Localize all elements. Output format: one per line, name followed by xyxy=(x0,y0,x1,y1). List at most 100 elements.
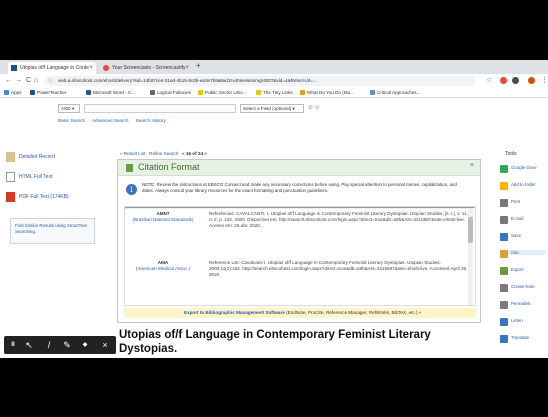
add-to-folder-icon xyxy=(500,182,508,190)
advanced-search-link[interactable]: Advanced Search xyxy=(92,118,128,123)
screencastify-extension-icon[interactable] xyxy=(500,77,507,84)
browser-window: Utopias of/f Language in Conte × Your Sc… xyxy=(0,60,548,358)
tool-label: Translate xyxy=(511,335,530,340)
result-pager[interactable]: « 16 of 24 » xyxy=(182,151,207,156)
divider xyxy=(125,207,475,209)
menu-icon[interactable]: ⋮ xyxy=(541,74,548,87)
left-column: Detailed Record HTML Full Text PDF Full … xyxy=(0,148,98,348)
cite-icon xyxy=(500,250,508,258)
home-button[interactable]: ⌂ xyxy=(34,74,38,87)
tool-cite[interactable]: Cite xyxy=(500,250,546,258)
close-icon[interactable]: × xyxy=(470,162,474,169)
tool-save[interactable]: Save xyxy=(500,233,546,241)
search-row: AND ▾ Select a Field (optional) ▾ ⊕ ⊖ Ba… xyxy=(0,98,548,126)
profile-avatar[interactable] xyxy=(528,77,535,84)
bookmark-powerteacher[interactable]: PowerTeacher xyxy=(30,87,66,98)
tool-listen[interactable]: Listen xyxy=(500,318,546,326)
bookmark-tiny-links[interactable]: The Tiny Links xyxy=(256,87,293,98)
save-icon xyxy=(500,233,508,241)
eraser-icon[interactable]: ◆ xyxy=(78,336,92,354)
pointer-icon[interactable]: ↖ xyxy=(22,336,36,354)
back-button[interactable]: ← xyxy=(5,74,12,87)
page-icon xyxy=(370,90,375,95)
tool-create-note[interactable]: Create Note xyxy=(500,284,546,292)
tool-translate[interactable]: Translate xyxy=(500,335,546,343)
create-note-icon xyxy=(500,284,508,292)
reload-button[interactable]: C xyxy=(26,74,31,87)
result-list-link[interactable]: « Result List xyxy=(120,151,145,156)
folder-icon xyxy=(256,90,261,95)
search-term-input[interactable] xyxy=(84,104,236,113)
permalink-icon xyxy=(500,301,508,309)
tab-close-icon[interactable]: × xyxy=(89,62,93,74)
tools-panel: Tools Google Drive Add to folder Print E-ma… xyxy=(496,151,548,351)
word-icon xyxy=(86,90,91,95)
citation-panel: Citation Format × i NOTE: Review the ins… xyxy=(117,159,481,323)
forward-button[interactable]: → xyxy=(15,74,22,87)
export-tools: (EndNote, ProCite, Reference Manager, Re… xyxy=(286,310,422,315)
bookmark-what-do-you-do[interactable]: What Do You Do (Mu... xyxy=(300,87,354,98)
url-input[interactable]: ⓘ web.a.ebscohost.com/ehost/delivery?sid… xyxy=(44,76,476,86)
bookmark-logical-fallacies[interactable]: Logical Fallacies xyxy=(150,87,191,98)
scrollbar-thumb[interactable] xyxy=(468,217,473,243)
tool-label: E-mail xyxy=(511,216,524,221)
listen-icon xyxy=(500,318,508,326)
citation-style-label: AMN7 (Brazilian National Standards) xyxy=(132,211,194,222)
export-icon xyxy=(500,267,508,275)
bookmark-apps[interactable]: Apps xyxy=(4,87,21,98)
record-icon xyxy=(6,152,15,162)
e-mail-icon xyxy=(500,216,508,224)
export-bar[interactable]: Export to Bibliographic Management Softw… xyxy=(124,308,476,318)
tool-google-drive[interactable]: Google Drive xyxy=(500,165,546,173)
bookmark-public-sector[interactable]: Public Sector Unio... xyxy=(198,87,247,98)
video-frame: Utopias of/f Language in Conte × Your Sc… xyxy=(0,0,548,417)
field-select[interactable]: Select a Field (optional) ▾ xyxy=(240,104,304,113)
tab-utopias[interactable]: Utopias of/f Language in Conte × xyxy=(8,62,96,74)
citation-scrollbar[interactable] xyxy=(468,209,473,305)
bookmark-star-icon[interactable]: ☆ xyxy=(486,77,493,84)
tool-add-to-folder[interactable]: Add to folder xyxy=(500,182,546,190)
search-links: Basic Search Advanced Search Search Hist… xyxy=(58,118,172,123)
basic-search-link[interactable]: Basic Search xyxy=(58,118,85,123)
highlighter-icon[interactable]: ✎ xyxy=(60,336,74,354)
tool-label: Permalink xyxy=(511,301,531,306)
bookmark-critical-approaches[interactable]: Critical Approaches... xyxy=(370,87,420,98)
close-icon[interactable]: × xyxy=(98,336,112,354)
search-history-link[interactable]: Search History xyxy=(136,118,166,123)
citation-style-label: AMA (American Medical Assoc.) xyxy=(135,260,191,271)
new-tab-button[interactable]: + xyxy=(196,61,201,70)
citation-text[interactable]: Referências: CAVALCANTI, I. Utopias of/f… xyxy=(209,211,469,229)
tool-label: Google Drive xyxy=(511,165,537,170)
tool-permalink[interactable]: Permalink xyxy=(500,301,546,309)
tool-print[interactable]: Print xyxy=(500,199,546,207)
pdf-full-text-link[interactable]: PDF Full Text (174KB) xyxy=(6,192,69,202)
boolean-select[interactable]: AND ▾ xyxy=(58,104,80,113)
extension-icon[interactable] xyxy=(512,77,519,84)
tool-label: Print xyxy=(511,199,521,204)
pen-icon[interactable]: / xyxy=(42,336,56,354)
tab-close-icon[interactable]: × xyxy=(185,62,189,74)
tab-title: Your Screencasts - Screencastify xyxy=(112,65,186,71)
ebsco-favicon-icon xyxy=(11,65,17,71)
pause-button[interactable]: II xyxy=(6,336,20,354)
refine-search-link[interactable]: Refine Search xyxy=(149,151,178,156)
find-similar-box[interactable]: Find Similar Results using SmartText Sea… xyxy=(10,218,95,244)
html-full-text-link[interactable]: HTML Full Text xyxy=(6,172,52,182)
tool-export[interactable]: Export xyxy=(500,267,546,275)
html-document-icon xyxy=(6,172,15,182)
apps-icon xyxy=(4,90,9,95)
bookmark-word[interactable]: Microsoft Word - C... xyxy=(86,87,135,98)
screencastify-favicon-icon xyxy=(103,65,109,71)
tool-e-mail[interactable]: E-mail xyxy=(500,216,546,224)
music-icon xyxy=(300,90,305,95)
tab-screencastify[interactable]: Your Screencasts - Screencastify × xyxy=(100,62,192,74)
result-navigation: « Result List Refine Search « 16 of 24 » xyxy=(120,151,207,156)
detailed-record-link[interactable]: Detailed Record xyxy=(6,152,55,162)
citation-list: AMN7 (Brazilian National Standards) Refe… xyxy=(124,206,476,306)
tool-label: Add to folder xyxy=(511,182,536,187)
citation-text[interactable]: Reference List: Cavalcanti I. Utopias of… xyxy=(209,260,469,278)
bookmarks-bar: Apps PowerTeacher Microsoft Word - C... … xyxy=(0,87,548,98)
translate-icon xyxy=(500,335,508,343)
add-remove-row-icon[interactable]: ⊕ ⊖ xyxy=(308,104,320,111)
print-icon xyxy=(500,199,508,207)
